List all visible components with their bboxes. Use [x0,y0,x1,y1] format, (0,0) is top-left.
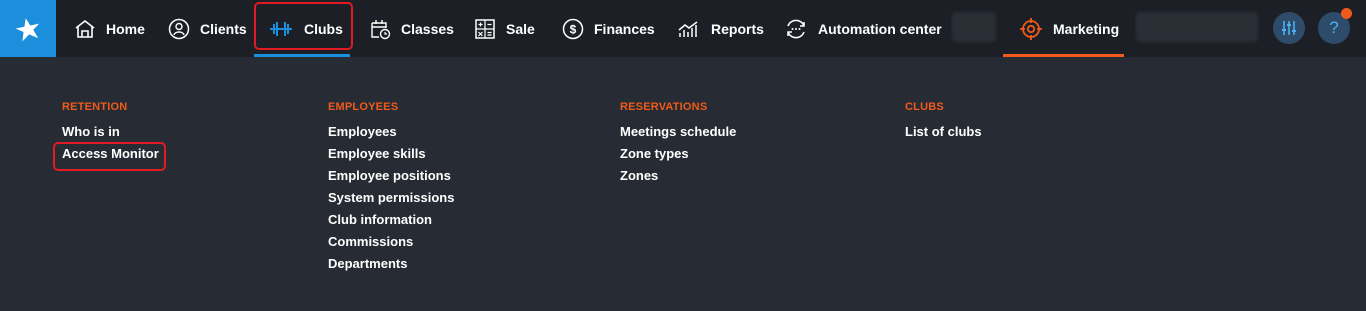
nav-sale[interactable]: Sale [474,0,535,57]
nav-marketing[interactable]: Marketing [1003,0,1124,57]
nav-clients[interactable]: Clients [168,0,247,57]
blurred-nav-item [952,12,996,42]
menu-link-meetings-schedule[interactable]: Meetings schedule [620,121,736,143]
nav-sale-label: Sale [506,20,535,37]
menu-heading-clubs: CLUBS [905,101,944,113]
menu-link-employees[interactable]: Employees [328,121,454,143]
home-icon [74,19,96,39]
dollar-circle-icon: $ [562,18,584,40]
menu-link-commissions[interactable]: Commissions [328,231,454,253]
nav-home[interactable]: Home [74,0,145,57]
notification-dot [1341,8,1352,19]
menu-link-who-is-in[interactable]: Who is in [62,121,159,143]
menu-link-employee-positions[interactable]: Employee positions [328,165,454,187]
nav-marketing-label: Marketing [1053,20,1120,37]
nav-classes[interactable]: Classes [369,0,454,57]
help-question-icon: ? [1329,18,1339,37]
chart-icon [677,19,701,39]
menu-link-club-information[interactable]: Club information [328,209,454,231]
menu-heading-reservations: RESERVATIONS [620,101,708,113]
top-navigation-bar: Home Clients Clubs Classes Sale $ Financ… [0,0,1366,57]
nav-classes-label: Classes [401,20,454,37]
dumbbell-icon [268,20,294,38]
menu-link-list-of-clubs[interactable]: List of clubs [905,121,982,143]
star-logo-icon [15,17,40,41]
menu-column-clubs: CLUBS List of clubs [905,101,982,143]
menu-link-access-monitor[interactable]: Access Monitor [62,143,159,165]
menu-heading-retention: RETENTION [62,101,128,113]
nav-home-label: Home [106,20,145,37]
nav-clubs-label: Clubs [304,20,343,37]
menu-link-departments[interactable]: Departments [328,253,454,275]
nav-reports[interactable]: Reports [677,0,764,57]
help-button[interactable]: ? [1318,8,1352,44]
nav-clubs[interactable]: Clubs [254,0,350,57]
calendar-clock-icon [369,18,391,40]
nav-reports-label: Reports [711,20,764,37]
nav-finances-label: Finances [594,20,655,37]
menu-link-zones[interactable]: Zones [620,165,736,187]
automation-icon [784,18,808,40]
menu-link-zone-types[interactable]: Zone types [620,143,736,165]
svg-text:$: $ [570,22,577,36]
clients-icon [168,18,190,40]
blurred-account-info [1136,12,1258,42]
nav-clients-label: Clients [200,20,247,37]
settings-button[interactable] [1273,12,1305,44]
menu-column-retention: RETENTION Who is in Access Monitor [62,101,159,165]
target-icon [1019,17,1043,41]
nav-finances[interactable]: $ Finances [562,0,655,57]
nav-automation-center[interactable]: Automation center [784,0,942,57]
calculator-icon [474,18,496,40]
menu-column-reservations: RESERVATIONS Meetings schedule Zone type… [620,101,736,187]
sliders-icon [1282,21,1296,35]
menu-heading-employees: EMPLOYEES [328,101,399,113]
nav-automation-center-label: Automation center [818,20,942,37]
menu-link-system-permissions[interactable]: System permissions [328,187,454,209]
menu-link-employee-skills[interactable]: Employee skills [328,143,454,165]
app-logo[interactable] [0,0,56,57]
menu-column-employees: EMPLOYEES Employees Employee skills Empl… [328,101,454,275]
